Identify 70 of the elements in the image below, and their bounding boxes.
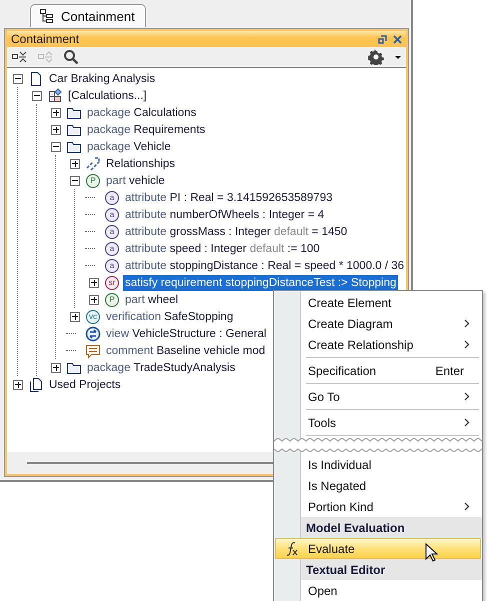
menu-item[interactable]: Create Relationship [275,334,481,355]
menu-item[interactable]: Open [275,580,481,601]
element-type-badge: a [105,224,119,238]
element-type-badge: a [105,258,119,272]
expand-toggle[interactable] [70,158,80,168]
expand-toggle[interactable] [89,294,99,304]
menu-section-header: Model Evaluation [301,517,482,538]
menu-section-header: Textual Editor [301,559,482,580]
expand-toggle[interactable] [13,380,23,390]
containment-tab[interactable]: Containment [30,4,146,27]
tree-icon [39,8,55,24]
element-type-badge: a [105,242,119,256]
menu-item[interactable]: Go To [275,386,481,407]
menu-item[interactable]: Specification Enter [275,360,481,381]
mouse-cursor-icon [425,543,439,563]
menu-item[interactable]: Portion Kind [275,496,481,517]
menu-item[interactable]: Is Individual [275,454,481,475]
element-type-badge: a [105,190,119,204]
expand-toggle[interactable] [51,124,61,134]
tree-item[interactable]: attribute speed : Integer default := 100 [123,240,322,256]
documents-icon [28,376,44,392]
tree-item[interactable]: attribute numberOfWheels : Integer = 4 [123,206,326,222]
tree-item[interactable]: attribute grossMass : Integer default = 1450 [123,224,350,240]
settings-icon[interactable] [368,49,384,65]
collapse-toggle[interactable] [70,176,80,186]
menu-item[interactable]: Evaluate [275,538,481,559]
comment-icon [85,342,101,358]
tree-item[interactable]: part vehicle [104,172,167,188]
function-icon [285,540,299,556]
panel-title: Containment [11,32,80,46]
menu-item[interactable]: Is Negated [275,475,481,496]
tree-item[interactable]: package TradeStudyAnalysis [85,360,238,376]
tree-item[interactable]: package Calculations [85,104,198,120]
tree-item[interactable]: view VehicleStructure : General [104,326,268,342]
model-icon [47,88,63,104]
element-type-badge: P [105,292,119,306]
element-type-badge: P [86,174,100,188]
element-type-badge: a [105,208,119,222]
menu-item[interactable]: Create Diagram [275,313,481,334]
collapse-all-icon[interactable] [11,50,27,64]
document-icon [28,70,44,86]
restore-icon[interactable] [378,34,387,44]
tree-item[interactable]: part wheel [123,292,180,308]
collapse-toggle[interactable] [13,74,23,84]
expand-toggle[interactable] [70,312,80,322]
tree-item[interactable]: package Vehicle [85,138,173,154]
tree-item[interactable]: package Requirements [85,122,208,138]
tree-item[interactable]: Used Projects [47,376,123,392]
menu-item[interactable]: Tools [275,412,481,433]
collapse-toggle[interactable] [51,142,61,152]
expand-toggle[interactable] [51,108,61,118]
tree-item[interactable]: satisfy requirement stoppingDistanceTest :> Stopping [123,274,398,290]
expand-toggle[interactable] [89,278,99,288]
close-icon[interactable] [393,34,402,44]
tree-item[interactable]: attribute PI : Real = 3.141592653589793 [123,190,334,206]
tree-item[interactable]: attribute stoppingDistance : Real = speed * 1000.0 / 36 [123,258,406,274]
relationship-icon [85,156,101,172]
collapse-toggle[interactable] [32,90,42,100]
element-type-badge: sr [105,276,119,290]
expand-toggle[interactable] [51,362,61,372]
tree-item[interactable]: Relationships [104,156,178,172]
tree-item[interactable]: comment Baseline vehicle mod [104,342,268,358]
tree-item[interactable]: Car Braking Analysis [47,70,158,86]
tree-item[interactable]: verification SafeStopping [104,308,236,324]
dropdown-icon[interactable] [394,54,402,60]
menu-item[interactable]: Create Element [275,292,481,313]
tree-item[interactable]: [Calculations...] [66,88,149,104]
search-icon[interactable] [63,49,79,65]
element-type-badge: vc [86,310,100,324]
view-icon [85,326,101,342]
